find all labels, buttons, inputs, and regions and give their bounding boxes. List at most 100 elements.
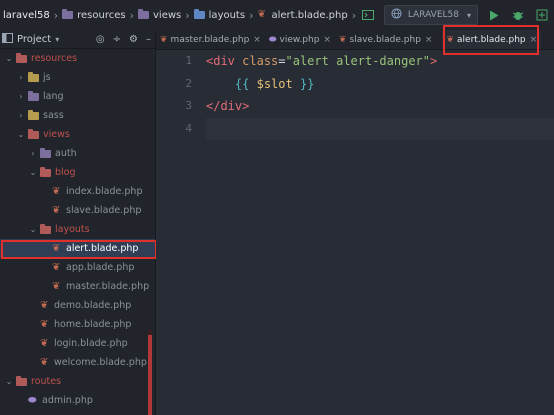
debug-icon[interactable]: [510, 7, 526, 23]
tree-file-slave-blade-php[interactable]: ❦ slave.blade.php: [0, 201, 155, 220]
editor-tab[interactable]: ❦ slave.blade.php ×: [335, 30, 437, 49]
tree-item-label: home.blade.php: [54, 319, 132, 330]
code-text[interactable]: <div class="alert alert-danger"> {{ $slo…: [206, 50, 554, 140]
code-token-attr: class: [242, 54, 279, 68]
tree-item-label: alert.blade.php: [66, 243, 139, 254]
run-configuration-name: LARAVEL58: [407, 10, 459, 20]
tree-folder-js[interactable]: › js: [0, 68, 155, 87]
blade-file-icon: ❦: [52, 204, 61, 216]
chevron-down-icon[interactable]: ▾: [55, 35, 59, 44]
close-icon[interactable]: ×: [425, 35, 433, 45]
code-token-brace: {{: [234, 76, 250, 91]
toolbar-right: LARAVEL58 ▾: [356, 0, 554, 30]
terminal-icon[interactable]: [360, 7, 376, 23]
tree-item-label: master.blade.php: [66, 281, 150, 292]
editor-tab[interactable]: ❦ alert.blade.php ×: [442, 25, 542, 55]
tree-folder-auth[interactable]: › auth: [0, 144, 155, 163]
collapse-icon[interactable]: ÷: [113, 34, 121, 45]
chevron-down-icon[interactable]: ⌄: [4, 54, 14, 63]
tree-item-label: index.blade.php: [66, 186, 143, 197]
tree-item-label: js: [43, 72, 51, 83]
breadcrumb-project[interactable]: laravel58: [3, 10, 50, 21]
coverage-icon[interactable]: [534, 7, 550, 23]
chevron-right-icon[interactable]: ›: [28, 149, 38, 158]
chevron-right-icon[interactable]: ›: [16, 92, 26, 101]
chevron-right-icon[interactable]: ›: [16, 73, 26, 82]
chevron-right-icon: ›: [53, 8, 59, 22]
tree-item-label: sass: [43, 110, 64, 121]
tree-file-alert-blade-php[interactable]: ❦ alert.blade.php: [0, 239, 157, 259]
folder-icon: [28, 109, 39, 120]
scrollbar-thumb[interactable]: [148, 335, 152, 415]
tree-item-label: admin.php: [42, 395, 93, 406]
tree-item-label: login.blade.php: [54, 338, 128, 349]
breadcrumb-resources[interactable]: resources: [77, 10, 125, 21]
folder-icon: [40, 147, 51, 158]
code-line: <div class="alert alert-danger">: [206, 50, 554, 73]
tree-file-demo-blade-php[interactable]: ❦ demo.blade.php: [0, 296, 155, 315]
breadcrumb-file[interactable]: alert.blade.php: [271, 10, 347, 21]
tree-item-label: resources: [31, 53, 78, 64]
editor-tab-label: alert.blade.php: [457, 34, 526, 45]
chevron-down-icon[interactable]: ⌄: [4, 377, 14, 386]
run-configuration-select[interactable]: LARAVEL58 ▾: [383, 5, 478, 25]
tree-item-label: auth: [55, 148, 77, 159]
line-number: 1: [185, 54, 192, 67]
code-token-tag: </div>: [206, 99, 250, 113]
navigation-bar: laravel58 › resources › views › layouts …: [0, 0, 554, 31]
chevron-down-icon[interactable]: ⌄: [28, 225, 38, 234]
blade-file-icon: ❦: [52, 185, 61, 197]
gear-icon[interactable]: ⚙: [129, 34, 138, 45]
close-icon[interactable]: ×: [530, 35, 538, 45]
code-line: </div>: [206, 95, 554, 118]
editor-area: ❦ master.blade.php × ⬬ view.php × ❦ slave.blade…: [156, 25, 554, 415]
chevron-right-icon[interactable]: ›: [16, 111, 26, 120]
chevron-down-icon[interactable]: ⌄: [28, 168, 38, 177]
code-token-variable: $slot: [256, 76, 293, 91]
minimize-icon[interactable]: –: [146, 34, 151, 45]
tree-folder-resources[interactable]: ⌄ resources: [0, 49, 155, 68]
project-tree: ⌄ resources › js › lang › sass ⌄ views › auth ⌄ blog ❦…: [0, 49, 157, 410]
folder-icon: [40, 166, 51, 177]
editor-tab[interactable]: ⬬ view.php ×: [265, 30, 335, 49]
close-icon[interactable]: ×: [323, 35, 331, 45]
blade-file-icon: ❦: [40, 318, 49, 330]
folder-icon: [16, 375, 27, 386]
editor-tab-label: master.blade.php: [170, 34, 250, 45]
blade-file-icon: ❦: [52, 261, 61, 273]
chevron-down-icon[interactable]: ⌄: [16, 130, 26, 139]
blade-file-icon: ❦: [40, 356, 49, 368]
editor-tab-label: view.php: [279, 34, 320, 45]
folder-icon: [16, 52, 27, 63]
folder-icon: [62, 9, 74, 19]
line-number: 4: [185, 121, 192, 135]
tree-file-login-blade-php[interactable]: ❦ login.blade.php: [0, 334, 155, 353]
tree-file-welcome-blade-php[interactable]: ❦ welcome.blade.php: [0, 353, 155, 372]
project-panel-title[interactable]: Project: [17, 34, 51, 45]
editor-tab[interactable]: ❦ master.blade.php ×: [156, 30, 265, 49]
breadcrumb-views[interactable]: views: [153, 10, 181, 21]
tree-folder-routes[interactable]: ⌄ routes: [0, 372, 155, 391]
tree-folder-lang[interactable]: › lang: [0, 87, 155, 106]
tree-folder-views[interactable]: ⌄ views: [0, 125, 155, 144]
tree-file-admin-php[interactable]: ⬬ admin.php: [0, 391, 155, 410]
tree-file-app-blade-php[interactable]: ❦ app.blade.php: [0, 258, 155, 277]
chevron-right-icon: ›: [249, 8, 254, 22]
tree-file-master-blade-php[interactable]: ❦ master.blade.php: [0, 277, 155, 296]
tree-folder-layouts[interactable]: ⌄ layouts: [0, 220, 155, 239]
tree-folder-sass[interactable]: › sass: [0, 106, 155, 125]
tree-folder-blog[interactable]: ⌄ blog: [0, 163, 155, 182]
blade-file-icon: ❦: [52, 242, 61, 254]
tree-file-index-blade-php[interactable]: ❦ index.blade.php: [0, 182, 155, 201]
run-icon[interactable]: [486, 7, 502, 23]
locate-icon[interactable]: ◎: [96, 34, 105, 45]
close-icon[interactable]: ×: [253, 35, 261, 45]
code-token-string: "alert alert-danger": [285, 54, 431, 68]
tree-file-home-blade-php[interactable]: ❦ home.blade.php: [0, 315, 155, 334]
code-line: {{ $slot }}: [206, 73, 554, 96]
breadcrumb-layouts[interactable]: layouts: [209, 10, 245, 21]
tree-item-label: blog: [55, 167, 76, 178]
folder-icon: [28, 128, 39, 139]
tree-item-label: slave.blade.php: [66, 205, 142, 216]
